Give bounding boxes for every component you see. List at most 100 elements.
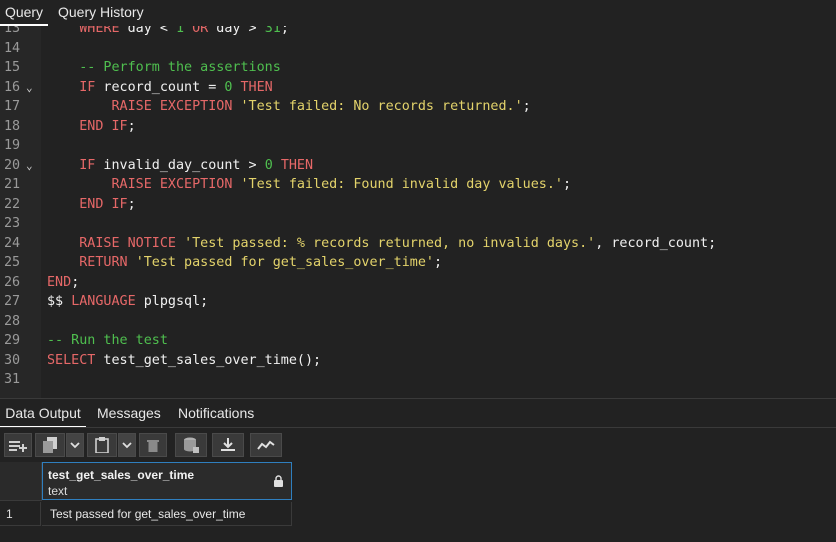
code-line[interactable]: 31 <box>0 370 836 390</box>
code-line[interactable]: 25 RETURN 'Test passed for get_sales_ove… <box>0 253 836 273</box>
chevron-down-icon <box>70 442 80 449</box>
line-number: 15 <box>4 60 21 75</box>
data-output-toolbar <box>0 427 836 463</box>
code-line[interactable]: 28 <box>0 312 836 332</box>
line-number: 16 <box>4 79 21 95</box>
tab-query-history[interactable]: Query History <box>58 0 144 26</box>
code-line[interactable]: 26 END; <box>0 273 836 293</box>
code-token: END IF <box>79 196 128 212</box>
code-text: END IF; <box>47 195 136 215</box>
code-line[interactable]: 23 <box>0 214 836 234</box>
chevron-down-icon <box>122 442 132 449</box>
trash-icon <box>147 440 159 452</box>
code-token: THEN <box>280 157 314 173</box>
code-line[interactable]: 20 ⌄ IF invalid_day_count > 0 THEN <box>0 156 836 176</box>
line-number: 22 <box>4 196 21 212</box>
code-token: RAISE EXCEPTION <box>111 177 233 192</box>
code-line[interactable]: 21 RAISE EXCEPTION 'Test failed: Found i… <box>0 175 836 195</box>
code-text: IF record_count = 0 THEN <box>47 78 273 98</box>
code-line[interactable]: 24 RAISE NOTICE 'Test passed: % records … <box>0 234 836 254</box>
save-data-button[interactable] <box>175 433 207 457</box>
table-cell[interactable]: Test passed for get_sales_over_time <box>42 502 292 526</box>
fold-chevron-icon[interactable]: ⌄ <box>26 78 33 98</box>
code-token: RAISE NOTICE <box>79 235 176 251</box>
top-tab-bar: Query Query History <box>0 0 836 27</box>
code-token: $$ <box>47 294 72 309</box>
line-number: 14 <box>4 40 21 56</box>
copy-button[interactable] <box>35 433 65 457</box>
code-token: 'Test failed: No records returned.' <box>240 99 523 114</box>
code-line[interactable]: 30 SELECT test_get_sales_over_time(); <box>0 351 836 371</box>
code-line[interactable]: 19 <box>0 136 836 156</box>
code-token: test_get_sales_over_time(); <box>95 352 322 368</box>
code-line[interactable]: 14 <box>0 39 836 59</box>
line-number: 25 <box>4 255 21 270</box>
code-token: WHERE <box>79 26 120 36</box>
paste-icon <box>95 437 109 453</box>
column-type: text <box>48 484 68 498</box>
code-line[interactable]: 29 -- Run the test <box>0 331 836 351</box>
code-token: 'Test passed for get_sales_over_time' <box>135 255 434 270</box>
database-save-icon <box>184 437 199 453</box>
code-token: ; <box>127 118 136 134</box>
code-token: ; <box>433 255 443 270</box>
paste-options-dropdown[interactable] <box>118 433 136 457</box>
code-token: ; <box>562 177 572 192</box>
code-token: plpgsql; <box>135 294 209 309</box>
code-text: RAISE EXCEPTION 'Test failed: Found inva… <box>47 175 572 195</box>
code-line[interactable]: 22 END IF; <box>0 195 836 215</box>
graph-visualiser-button[interactable] <box>250 433 282 457</box>
line-graph-icon <box>257 440 275 450</box>
add-row-icon <box>9 441 27 452</box>
code-token: invalid_day_count > <box>95 157 265 173</box>
code-line[interactable]: 27 $$ LANGUAGE plpgsql; <box>0 292 836 312</box>
line-number: 13 <box>4 26 21 36</box>
sql-editor[interactable]: 13 WHERE day < 1 OR day > 31; 14 15 -- Per… <box>0 26 836 398</box>
column-header[interactable]: test_get_sales_over_time text <box>42 462 292 500</box>
code-line[interactable]: 18 END IF; <box>0 117 836 137</box>
grid-corner[interactable] <box>0 462 42 501</box>
code-token: END IF <box>79 118 128 134</box>
fold-chevron-icon[interactable]: ⌄ <box>26 156 33 176</box>
code-token: ; <box>127 196 136 212</box>
code-line[interactable]: 16 ⌄ IF record_count = 0 THEN <box>0 78 836 98</box>
result-grid: test_get_sales_over_time text 1 Test pas… <box>0 462 836 542</box>
code-token: , record_count; <box>595 235 717 251</box>
code-token: ; <box>71 274 80 290</box>
row-number[interactable]: 1 <box>0 502 41 526</box>
copy-options-dropdown[interactable] <box>66 433 84 457</box>
line-number: 26 <box>4 274 21 290</box>
code-token: SELECT <box>47 352 96 368</box>
code-token: RETURN <box>79 255 128 270</box>
code-token: -- Run the test <box>47 333 168 348</box>
tab-messages[interactable]: Messages <box>97 399 161 428</box>
code-text: SELECT test_get_sales_over_time(); <box>47 351 321 371</box>
line-number: 31 <box>4 372 21 387</box>
tab-notifications[interactable]: Notifications <box>178 399 254 428</box>
code-text: RAISE EXCEPTION 'Test failed: No records… <box>47 97 531 117</box>
code-line[interactable]: 13 WHERE day < 1 OR day > 31; <box>0 26 836 39</box>
line-number: 30 <box>4 352 21 368</box>
code-line[interactable]: 15 -- Perform the assertions <box>0 58 836 78</box>
code-token: -- Perform the assertions <box>47 60 281 75</box>
tab-query[interactable]: Query <box>0 0 48 26</box>
delete-button[interactable] <box>139 433 167 457</box>
download-icon <box>221 438 235 451</box>
code-token: IF <box>79 157 96 173</box>
tab-data-output[interactable]: Data Output <box>0 399 86 428</box>
add-row-button[interactable] <box>4 433 32 457</box>
code-text: RETURN 'Test passed for get_sales_over_t… <box>47 253 442 273</box>
code-line[interactable]: 17 RAISE EXCEPTION 'Test failed: No reco… <box>0 97 836 117</box>
code-token: OR <box>192 26 209 36</box>
download-button[interactable] <box>212 433 244 457</box>
paste-button[interactable] <box>87 433 117 457</box>
